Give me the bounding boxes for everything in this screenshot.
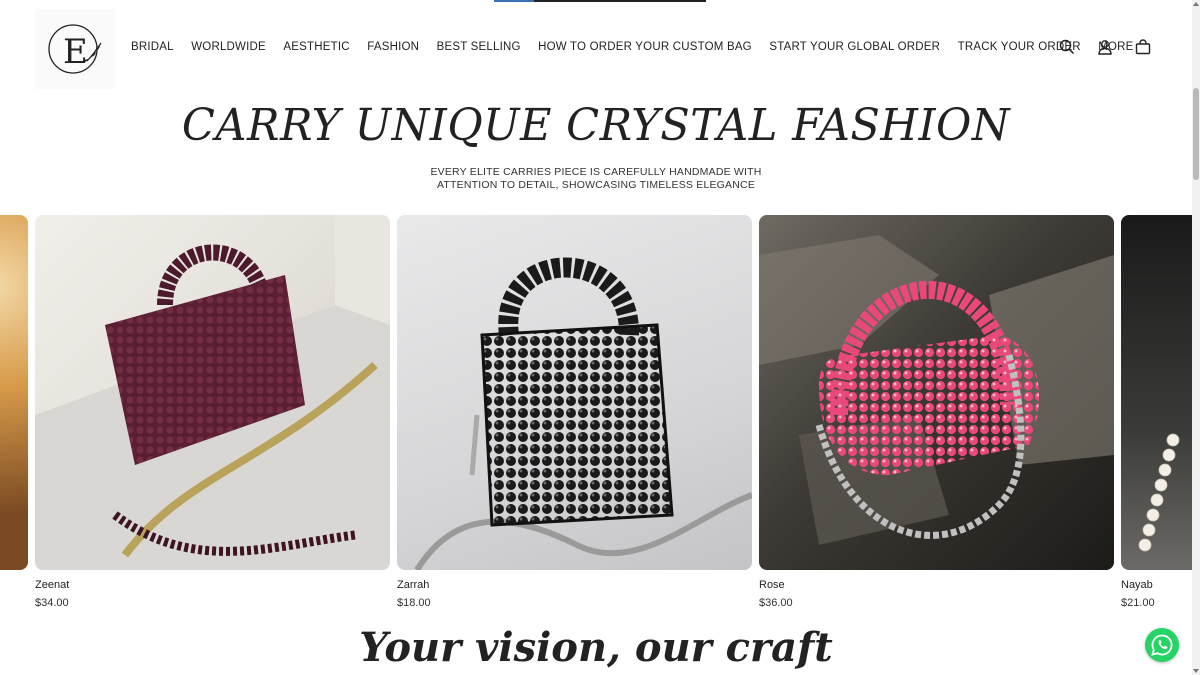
- scroll-down-arrow-icon[interactable]: [1193, 669, 1199, 673]
- hero-subtitle-line-2: ATTENTION TO DETAIL, SHOWCASING TIMELESS…: [436, 179, 756, 191]
- hero-subtitle: EVERY ELITE CARRIES PIECE IS CAREFULLY H…: [0, 166, 1192, 192]
- product-image[interactable]: [1121, 215, 1192, 570]
- bag-illustration-icon: [414, 257, 752, 570]
- nav-item-worldwide[interactable]: WORLDWIDE: [191, 41, 266, 53]
- logo-mark-icon: E: [48, 24, 102, 74]
- hero-title: CARRY UNIQUE CRYSTAL FASHION: [181, 100, 1011, 151]
- product-image[interactable]: [397, 215, 752, 570]
- product-name[interactable]: Zarrah: [397, 579, 752, 591]
- product-image[interactable]: [35, 215, 390, 570]
- site-header: E BRIDAL WORLDWIDE AESTHETIC FASHION BES…: [0, 0, 1192, 96]
- nav-item-how-to-order[interactable]: HOW TO ORDER YOUR CUSTOM BAG: [538, 41, 752, 53]
- nav-item-aesthetic[interactable]: AESTHETIC: [283, 41, 349, 53]
- product-price: $18.00: [397, 597, 431, 609]
- product-name[interactable]: Rose: [759, 579, 1114, 591]
- page-scrollbar[interactable]: [1192, 0, 1200, 675]
- search-icon[interactable]: [1058, 38, 1076, 56]
- header-icons: [1058, 38, 1152, 56]
- hero-subtitle-line-1: EVERY ELITE CARRIES PIECE IS CAREFULLY H…: [430, 166, 762, 178]
- nav-item-bridal[interactable]: BRIDAL: [131, 41, 174, 53]
- whatsapp-chat-button[interactable]: [1145, 628, 1179, 662]
- whatsapp-icon: [1151, 634, 1173, 656]
- product-price: $34.00: [35, 597, 69, 609]
- nav-item-best-selling[interactable]: BEST SELLING: [437, 41, 521, 53]
- cart-icon[interactable]: [1134, 38, 1152, 56]
- logo-letter: E: [63, 32, 88, 72]
- previous-product-image[interactable]: [0, 215, 28, 570]
- scroll-up-arrow-icon[interactable]: [1193, 2, 1199, 6]
- product-card[interactable]: Zeenat $34.00: [35, 215, 390, 609]
- product-card[interactable]: Zarrah $18.00: [397, 215, 752, 609]
- product-name[interactable]: Zeenat: [35, 579, 390, 591]
- bag-illustration-icon: [35, 215, 390, 570]
- section-title: Your vision, our craft: [359, 624, 833, 671]
- account-icon[interactable]: [1096, 38, 1114, 56]
- scrollbar-thumb[interactable]: [1193, 88, 1199, 180]
- product-card[interactable]: Nayab $21.00: [1121, 215, 1192, 609]
- bag-illustration-icon: [759, 235, 1114, 545]
- main-nav: BRIDAL WORLDWIDE AESTHETIC FASHION BEST …: [131, 41, 1151, 53]
- bag-illustration-icon: [1138, 433, 1180, 552]
- product-price: $21.00: [1121, 597, 1155, 609]
- brand-logo[interactable]: E: [35, 9, 115, 89]
- nav-item-fashion[interactable]: FASHION: [367, 41, 419, 53]
- product-image[interactable]: [759, 215, 1114, 570]
- product-price: $36.00: [759, 597, 793, 609]
- product-carousel[interactable]: Zeenat $34.00 Zarrah $18.00 Rose $36.00 …: [0, 215, 1192, 615]
- product-name[interactable]: Nayab: [1121, 579, 1192, 591]
- product-card[interactable]: Rose $36.00: [759, 215, 1114, 609]
- nav-item-global-order[interactable]: START YOUR GLOBAL ORDER: [769, 41, 940, 53]
